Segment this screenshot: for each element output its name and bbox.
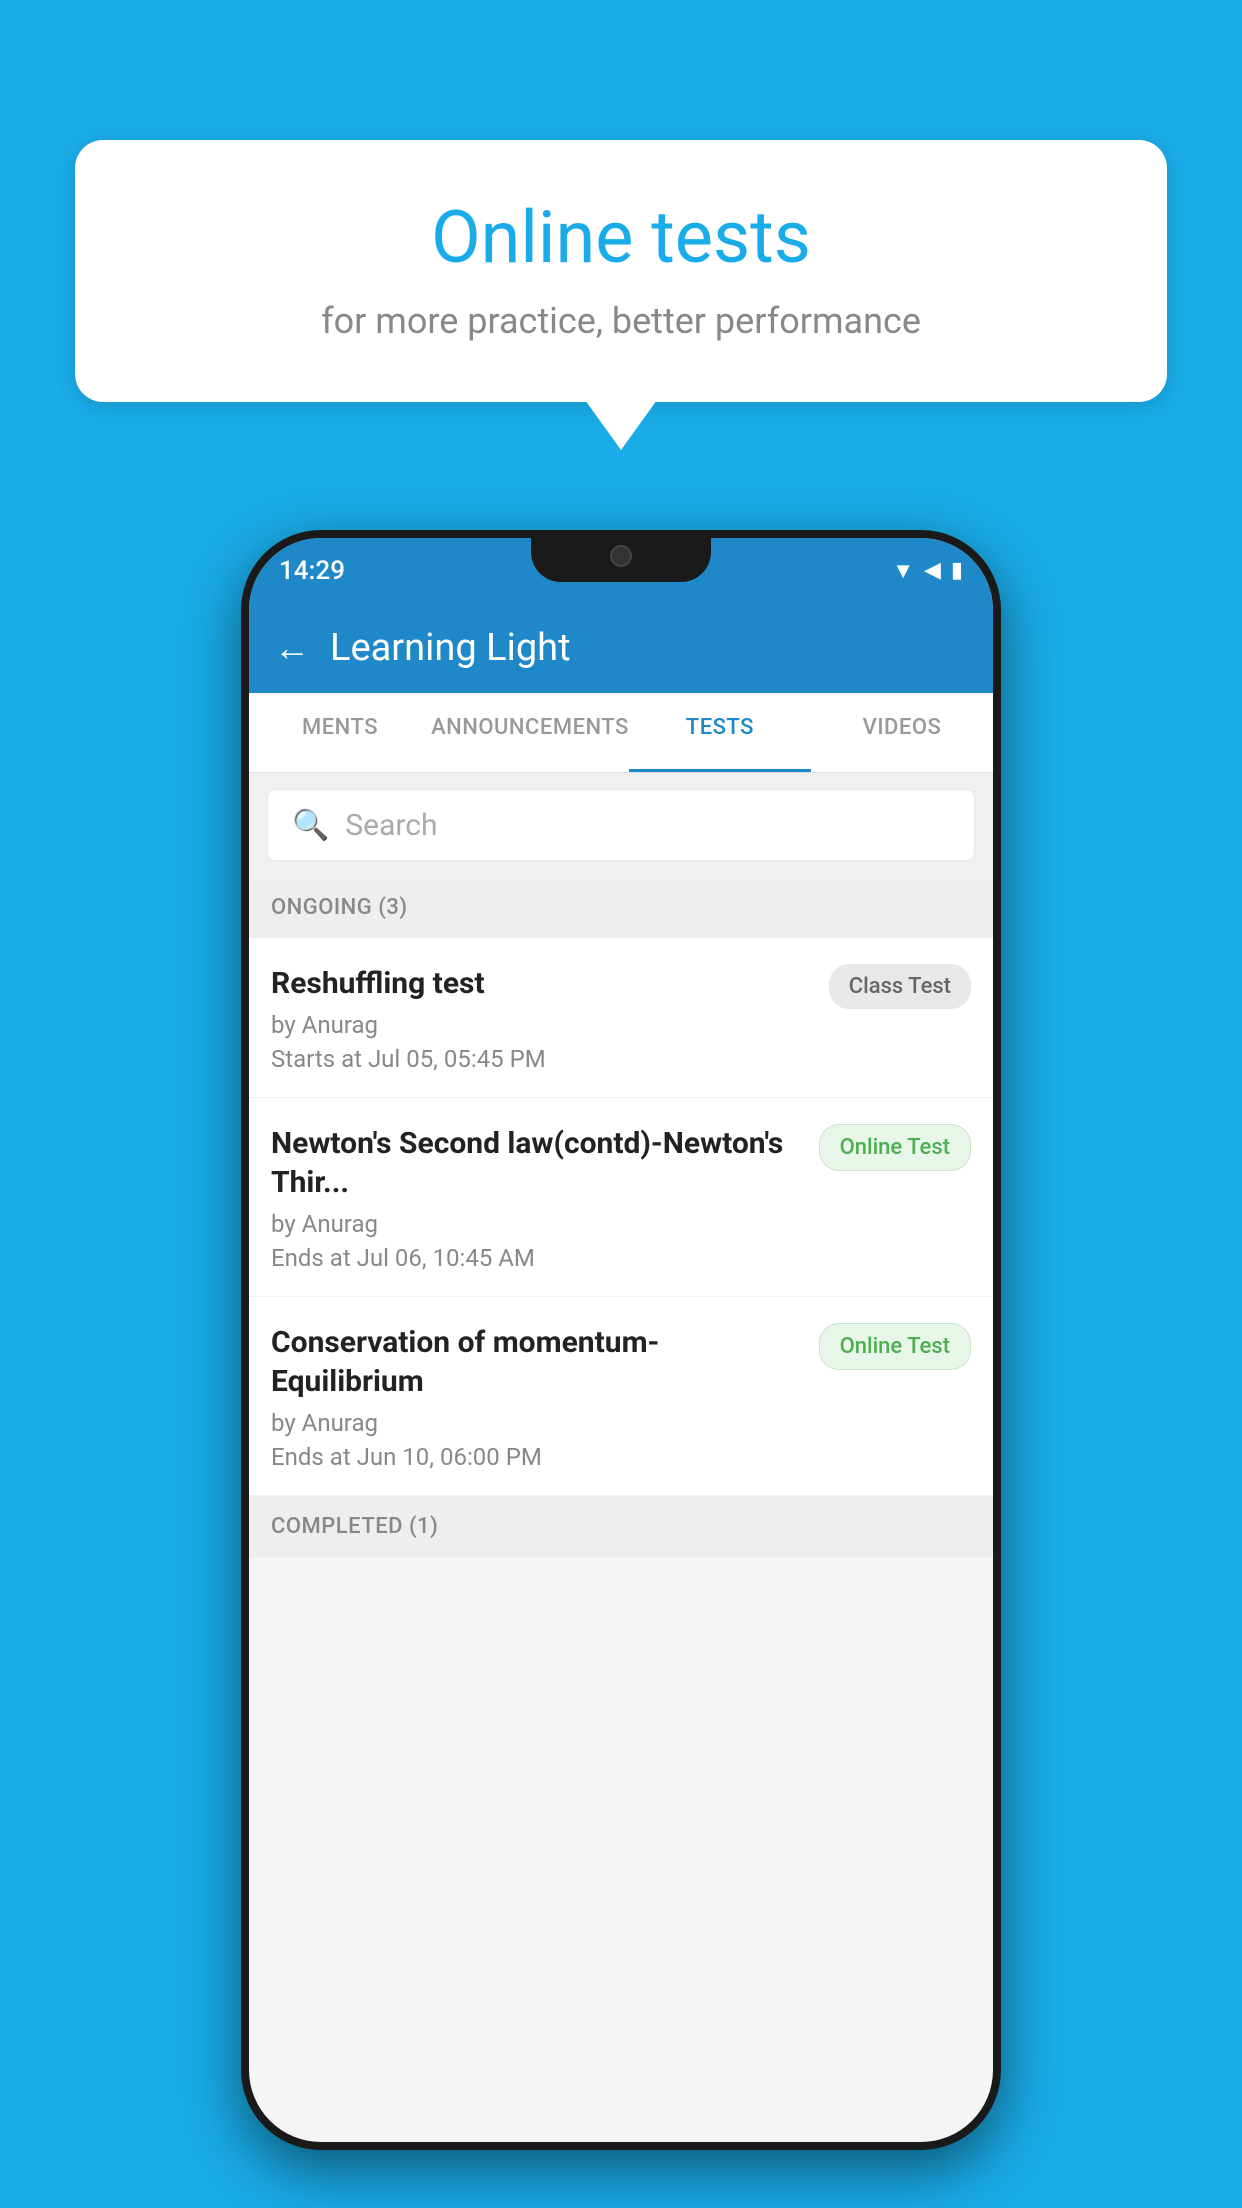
search-input[interactable]: Search [345, 808, 437, 843]
test-time: Ends at Jun 10, 06:00 PM [271, 1443, 803, 1471]
test-name: Newton's Second law(contd)-Newton's Thir… [271, 1124, 803, 1202]
wifi-icon: ▼ [892, 558, 914, 584]
test-list: Reshuffling test by Anurag Starts at Jul… [249, 938, 993, 1496]
promo-card: Online tests for more practice, better p… [75, 140, 1167, 402]
test-badge-class: Class Test [829, 964, 971, 1009]
completed-section-header: COMPLETED (1) [249, 1496, 993, 1557]
back-button[interactable]: ← [274, 627, 310, 669]
test-info: Conservation of momentum-Equilibrium by … [271, 1323, 803, 1471]
tab-ments[interactable]: MENTS [249, 693, 431, 772]
test-info: Newton's Second law(contd)-Newton's Thir… [271, 1124, 803, 1272]
phone-mockup: 14:29 ▼ ◀ ▮ ← Learning Light MENTS ANNOU… [241, 530, 1001, 2150]
test-item[interactable]: Reshuffling test by Anurag Starts at Jul… [249, 938, 993, 1098]
tab-announcements[interactable]: ANNOUNCEMENTS [431, 693, 629, 772]
test-author: by Anurag [271, 1409, 803, 1437]
test-item[interactable]: Conservation of momentum-Equilibrium by … [249, 1297, 993, 1496]
front-camera [610, 545, 632, 567]
test-badge-online: Online Test [819, 1323, 971, 1370]
tab-videos[interactable]: VIDEOS [811, 693, 993, 772]
search-container: 🔍 Search [249, 773, 993, 877]
search-bar[interactable]: 🔍 Search [267, 789, 975, 861]
tabs-bar: MENTS ANNOUNCEMENTS TESTS VIDEOS [249, 693, 993, 773]
search-icon: 🔍 [292, 808, 329, 843]
ongoing-section-header: ONGOING (3) [249, 877, 993, 938]
test-info: Reshuffling test by Anurag Starts at Jul… [271, 964, 813, 1073]
test-author: by Anurag [271, 1210, 803, 1238]
status-time: 14:29 [279, 556, 345, 586]
test-time: Starts at Jul 05, 05:45 PM [271, 1045, 813, 1073]
battery-icon: ▮ [951, 558, 963, 583]
tab-tests[interactable]: TESTS [629, 693, 811, 772]
status-icons: ▼ ◀ ▮ [892, 558, 963, 584]
phone-notch [531, 530, 711, 582]
test-badge-online: Online Test [819, 1124, 971, 1171]
promo-title: Online tests [125, 195, 1117, 280]
test-author: by Anurag [271, 1011, 813, 1039]
app-header: ← Learning Light [249, 603, 993, 693]
test-time: Ends at Jul 06, 10:45 AM [271, 1244, 803, 1272]
phone-screen: 14:29 ▼ ◀ ▮ ← Learning Light MENTS ANNOU… [249, 538, 993, 2142]
test-name: Conservation of momentum-Equilibrium [271, 1323, 803, 1401]
test-item[interactable]: Newton's Second law(contd)-Newton's Thir… [249, 1098, 993, 1297]
signal-icon: ◀ [924, 558, 941, 583]
test-name: Reshuffling test [271, 964, 813, 1003]
promo-subtitle: for more practice, better performance [125, 300, 1117, 342]
phone-frame: 14:29 ▼ ◀ ▮ ← Learning Light MENTS ANNOU… [241, 530, 1001, 2150]
app-header-title: Learning Light [330, 626, 571, 670]
